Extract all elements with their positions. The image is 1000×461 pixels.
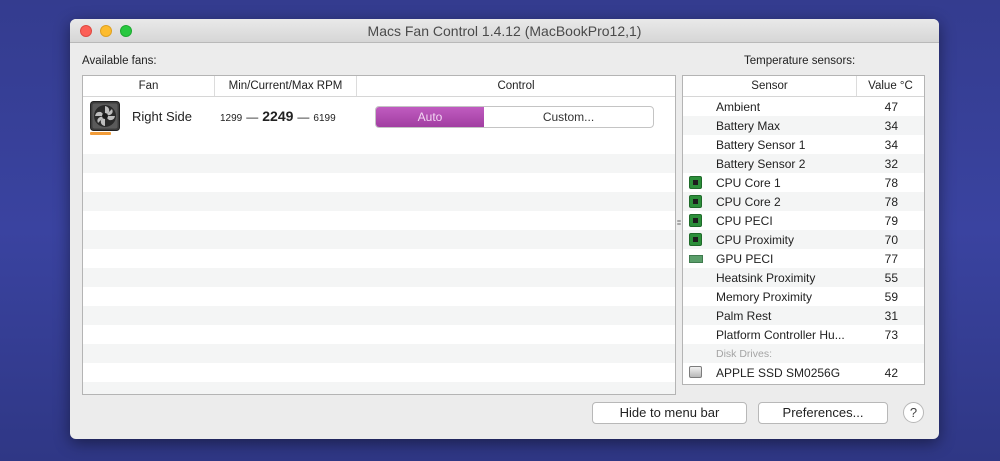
sensor-value: 34 xyxy=(884,138,898,152)
sensor-value: 73 xyxy=(884,328,898,342)
fan-control-segmented: Auto Custom... xyxy=(375,106,654,128)
rpm-separator: — xyxy=(297,110,310,124)
column-header-sensor[interactable]: Sensor xyxy=(683,76,857,96)
cpu-chip-icon xyxy=(689,214,702,227)
column-header-fan[interactable]: Fan xyxy=(83,76,215,96)
sensor-row[interactable]: Memory Proximity 59 xyxy=(683,287,924,306)
cpu-chip-icon xyxy=(689,195,702,208)
sensor-row[interactable]: CPU Core 2 78 xyxy=(683,192,924,211)
rpm-separator: — xyxy=(246,110,259,124)
sensor-name: CPU Core 1 xyxy=(716,176,781,190)
fans-table-header: Fan Min/Current/Max RPM Control xyxy=(83,76,675,97)
sensor-value: 59 xyxy=(884,290,898,304)
window-title: Macs Fan Control 1.4.12 (MacBookPro12,1) xyxy=(367,23,642,39)
fan-icon xyxy=(90,101,120,131)
fan-rpm-values: 1299—2249—6199 xyxy=(220,108,336,124)
sensor-row[interactable]: APPLE SSD SM0256G 42 xyxy=(683,363,924,382)
cpu-chip-icon xyxy=(689,233,702,246)
split-view-handle[interactable] xyxy=(677,220,681,226)
sensor-row[interactable]: Battery Sensor 2 32 xyxy=(683,154,924,173)
sensor-row[interactable]: CPU Proximity 70 xyxy=(683,230,924,249)
sensor-value: 78 xyxy=(884,176,898,190)
custom-control-button[interactable]: Custom... xyxy=(484,107,653,127)
sensor-row[interactable]: CPU Core 1 78 xyxy=(683,173,924,192)
sensor-value: 32 xyxy=(884,157,898,171)
sensor-name: Platform Controller Hu... xyxy=(716,328,845,342)
disk-drives-section: Disk Drives: xyxy=(683,344,924,363)
sensor-value: 55 xyxy=(884,271,898,285)
sensor-value: 70 xyxy=(884,233,898,247)
sensor-name: CPU Core 2 xyxy=(716,195,781,209)
available-fans-label: Available fans: xyxy=(82,55,157,67)
sensor-row[interactable]: Battery Max 34 xyxy=(683,116,924,135)
sensor-list: Ambient 47 Battery Max 34 Battery Sensor… xyxy=(683,97,924,382)
sensor-name: Heatsink Proximity xyxy=(716,271,816,285)
sensor-row[interactable]: GPU PECI 77 xyxy=(683,249,924,268)
sensors-table-header: Sensor Value °C xyxy=(683,76,924,97)
section-header: Disk Drives: xyxy=(716,348,773,360)
sensors-table: Sensor Value °C Ambient 47 Battery Max 3… xyxy=(682,75,925,385)
cpu-chip-icon xyxy=(689,176,702,189)
column-header-control[interactable]: Control xyxy=(357,76,675,96)
sensor-name: Ambient xyxy=(716,100,761,114)
fan-current-rpm: 2249 xyxy=(262,108,294,124)
table-background xyxy=(83,97,675,394)
sensor-row[interactable]: CPU PECI 79 xyxy=(683,211,924,230)
sensor-row[interactable]: Ambient 47 xyxy=(683,97,924,116)
sensor-value: 47 xyxy=(884,100,898,114)
sensor-value: 42 xyxy=(884,366,898,380)
fan-row[interactable]: Right Side 1299—2249—6199 Auto Custom... xyxy=(83,97,675,136)
sensor-value: 79 xyxy=(884,214,898,228)
sensor-name: Battery Sensor 1 xyxy=(716,138,806,152)
fan-max-rpm: 6199 xyxy=(313,113,336,124)
hide-to-menu-bar-button[interactable]: Hide to menu bar xyxy=(592,402,747,424)
ssd-drive-icon xyxy=(689,366,702,378)
sensor-name: CPU PECI xyxy=(716,214,773,228)
temperature-sensors-label: Temperature sensors: xyxy=(744,55,856,67)
sensor-value: 78 xyxy=(884,195,898,209)
title-bar: Macs Fan Control 1.4.12 (MacBookPro12,1) xyxy=(70,19,939,43)
fans-table: Fan Min/Current/Max RPM Control Right Si… xyxy=(82,75,676,395)
fan-min-rpm: 1299 xyxy=(220,113,243,124)
sensor-row[interactable]: Palm Rest 31 xyxy=(683,306,924,325)
sensor-row[interactable]: Heatsink Proximity 55 xyxy=(683,268,924,287)
sensor-value: 77 xyxy=(884,252,898,266)
sensor-name: APPLE SSD SM0256G xyxy=(716,366,841,380)
preferences-button[interactable]: Preferences... xyxy=(758,402,888,424)
sensor-name: Memory Proximity xyxy=(716,290,813,304)
auto-control-button[interactable]: Auto xyxy=(376,107,484,127)
sensor-value: 34 xyxy=(884,119,898,133)
app-window: Macs Fan Control 1.4.12 (MacBookPro12,1)… xyxy=(70,19,939,439)
sensor-name: Battery Sensor 2 xyxy=(716,157,806,171)
fan-accent-bar xyxy=(90,132,111,135)
sensor-value: 31 xyxy=(884,309,898,323)
help-button[interactable]: ? xyxy=(903,402,924,423)
gpu-card-icon xyxy=(689,255,703,263)
fan-name: Right Side xyxy=(132,109,192,124)
sensor-name: CPU Proximity xyxy=(716,233,795,247)
sensor-row[interactable]: Battery Sensor 1 34 xyxy=(683,135,924,154)
sensor-name: Palm Rest xyxy=(716,309,772,323)
sensor-name: GPU PECI xyxy=(716,252,774,266)
sensor-row[interactable]: Platform Controller Hu... 73 xyxy=(683,325,924,344)
column-header-value[interactable]: Value °C xyxy=(857,76,924,96)
sensor-name: Battery Max xyxy=(716,119,781,133)
column-header-rpm[interactable]: Min/Current/Max RPM xyxy=(215,76,357,96)
